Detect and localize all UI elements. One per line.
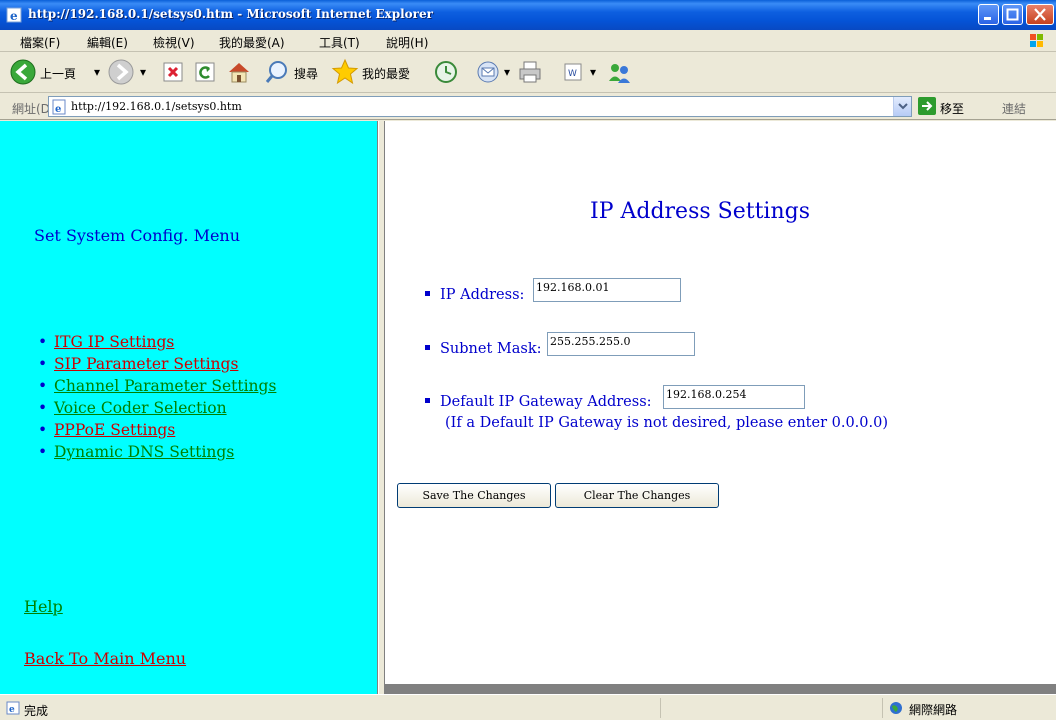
favorites-button-label[interactable]: 我的最愛 bbox=[362, 65, 410, 82]
title-bar[interactable]: e http://192.168.0.1/setsys0.htm - Micro… bbox=[0, 0, 1056, 30]
menu-tools[interactable]: 工具(T) bbox=[319, 34, 360, 51]
nav-link-pppoe-settings[interactable]: PPPoE Settings bbox=[54, 421, 175, 439]
menu-help[interactable]: 說明(H) bbox=[386, 34, 428, 51]
go-arrow-icon bbox=[922, 101, 933, 111]
maximize-icon bbox=[1006, 8, 1019, 21]
page-done-icon: e bbox=[6, 701, 20, 715]
subnet-mask-row: Subnet Mask: bbox=[425, 341, 542, 357]
toolbar: 上一頁 ▾ ▾ 搜尋 我的最愛 ▾ W ▾ bbox=[0, 53, 1056, 93]
nav-link-itg-ip-settings[interactable]: ITG IP Settings bbox=[54, 333, 174, 351]
gateway-note: (If a Default IP Gateway is not desired,… bbox=[445, 415, 889, 431]
address-url[interactable]: http://192.168.0.1/setsys0.htm bbox=[71, 100, 242, 113]
save-changes-button[interactable]: Save The Changes bbox=[397, 483, 551, 508]
address-bar: 網址(D) e http://192.168.0.1/setsys0.htm 移… bbox=[0, 94, 1056, 120]
page-title: IP Address Settings bbox=[590, 199, 810, 224]
status-text: 完成 bbox=[24, 704, 49, 718]
bullet-icon bbox=[425, 397, 430, 403]
subnet-mask-input[interactable]: 255.255.255.0 bbox=[547, 332, 695, 356]
refresh-icon[interactable] bbox=[192, 57, 218, 87]
edit-word-icon[interactable]: W bbox=[560, 57, 586, 87]
settings-frame: IP Address Settings IP Address: 192.168.… bbox=[385, 121, 1056, 684]
page-icon: e bbox=[52, 99, 66, 115]
chevron-down-icon bbox=[898, 103, 908, 110]
menu-file[interactable]: 檔案(F) bbox=[20, 34, 60, 51]
nav-link-voice-coder-selection[interactable]: Voice Coder Selection bbox=[54, 399, 227, 417]
minimize-icon bbox=[984, 17, 991, 20]
list-item: • Voice Coder Selection bbox=[38, 399, 227, 417]
print-icon[interactable] bbox=[516, 57, 544, 87]
close-button[interactable] bbox=[1026, 4, 1054, 25]
security-zone: 網際網路 bbox=[882, 698, 1052, 718]
subnet-mask-label: Subnet Mask: bbox=[440, 341, 542, 357]
zone-label: 網際網路 bbox=[909, 703, 958, 717]
globe-icon bbox=[890, 702, 902, 714]
back-to-main-menu-link[interactable]: Back To Main Menu bbox=[24, 649, 186, 668]
back-arrow-icon[interactable] bbox=[8, 57, 38, 87]
list-item: • Dynamic DNS Settings bbox=[38, 443, 235, 461]
go-button-label[interactable]: 移至 bbox=[940, 100, 964, 117]
history-icon[interactable] bbox=[432, 57, 460, 87]
svg-text:e: e bbox=[55, 104, 61, 115]
search-icon[interactable] bbox=[264, 57, 292, 87]
list-item: • ITG IP Settings bbox=[38, 333, 175, 351]
bullet-icon bbox=[425, 290, 430, 296]
maximize-button[interactable] bbox=[1002, 4, 1023, 25]
favorites-star-icon[interactable] bbox=[330, 57, 360, 87]
status-bar: e 完成 網際網路 bbox=[0, 694, 1056, 720]
mail-icon[interactable] bbox=[474, 57, 502, 87]
menu-frame: Set System Config. Menu • ITG IP Settings… bbox=[0, 121, 378, 694]
horizontal-scrollbar[interactable] bbox=[385, 684, 1056, 694]
status-panes bbox=[660, 698, 870, 718]
back-button-label[interactable]: 上一頁 bbox=[40, 65, 76, 82]
clear-changes-button[interactable]: Clear The Changes bbox=[555, 483, 719, 508]
list-item: • SIP Parameter Settings bbox=[38, 355, 239, 373]
minimize-button[interactable] bbox=[978, 4, 999, 25]
windows-logo-icon bbox=[1030, 34, 1043, 47]
list-item: • PPPoE Settings bbox=[38, 421, 176, 439]
svg-text:W: W bbox=[568, 69, 577, 79]
svg-text:e: e bbox=[9, 705, 15, 715]
menu-favorites[interactable]: 我的最愛(A) bbox=[219, 34, 285, 51]
links-button[interactable]: 連結 bbox=[1002, 100, 1026, 117]
messenger-icon[interactable] bbox=[604, 57, 634, 87]
config-nav-list: • ITG IP Settings • SIP Parameter Settings… bbox=[38, 331, 277, 463]
address-input[interactable]: e http://192.168.0.1/setsys0.htm bbox=[48, 96, 912, 117]
menu-bar: 檔案(F) 編輯(E) 檢視(V) 我的最愛(A) 工具(T) 說明(H) bbox=[0, 30, 1056, 52]
nav-link-dynamic-dns-settings[interactable]: Dynamic DNS Settings bbox=[54, 443, 234, 461]
forward-dropdown-icon[interactable]: ▾ bbox=[140, 65, 146, 79]
help-link[interactable]: Help bbox=[24, 597, 63, 616]
frame-splitter[interactable] bbox=[378, 121, 385, 694]
mail-dropdown-icon[interactable]: ▾ bbox=[504, 65, 510, 79]
edit-dropdown-icon[interactable]: ▾ bbox=[590, 65, 596, 79]
ie-icon: e bbox=[6, 7, 22, 23]
gateway-row: Default IP Gateway Address: bbox=[425, 394, 652, 410]
ip-address-row: IP Address: bbox=[425, 287, 524, 303]
back-dropdown-icon[interactable]: ▾ bbox=[94, 65, 100, 79]
nav-link-channel-parameter-settings[interactable]: Channel Parameter Settings bbox=[54, 377, 276, 395]
window-title: http://192.168.0.1/setsys0.htm - Microso… bbox=[28, 7, 433, 21]
gateway-label: Default IP Gateway Address: bbox=[440, 394, 652, 410]
svg-text:e: e bbox=[10, 9, 18, 23]
home-icon[interactable] bbox=[224, 57, 254, 87]
stop-icon[interactable] bbox=[160, 57, 186, 87]
bullet-icon bbox=[425, 344, 430, 350]
address-dropdown-button[interactable] bbox=[893, 97, 911, 116]
menu-title: Set System Config. Menu bbox=[34, 226, 241, 245]
gateway-input[interactable]: 192.168.0.254 bbox=[663, 385, 805, 409]
close-icon bbox=[1034, 8, 1046, 21]
ip-address-input[interactable]: 192.168.0.01 bbox=[533, 278, 681, 302]
forward-arrow-icon[interactable] bbox=[106, 57, 136, 87]
search-button-label[interactable]: 搜尋 bbox=[294, 65, 318, 82]
ip-address-label: IP Address: bbox=[440, 287, 525, 303]
list-item: • Channel Parameter Settings bbox=[38, 377, 277, 395]
nav-link-sip-parameter-settings[interactable]: SIP Parameter Settings bbox=[54, 355, 238, 373]
menu-view[interactable]: 檢視(V) bbox=[153, 34, 195, 51]
menu-edit[interactable]: 編輯(E) bbox=[87, 34, 128, 51]
go-button[interactable] bbox=[918, 97, 936, 115]
